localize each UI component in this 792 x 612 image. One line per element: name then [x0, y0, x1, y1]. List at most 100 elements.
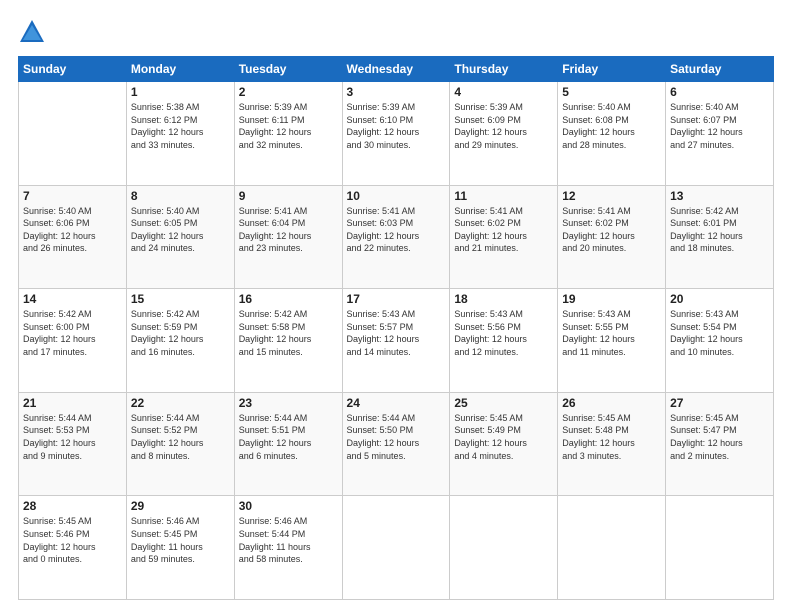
day-info: Sunrise: 5:45 AM Sunset: 5:48 PM Dayligh… [562, 412, 661, 462]
day-info: Sunrise: 5:44 AM Sunset: 5:51 PM Dayligh… [239, 412, 338, 462]
day-number: 2 [239, 85, 338, 99]
day-number: 14 [23, 292, 122, 306]
day-number: 13 [670, 189, 769, 203]
calendar-cell: 12Sunrise: 5:41 AM Sunset: 6:02 PM Dayli… [558, 185, 666, 289]
day-info: Sunrise: 5:43 AM Sunset: 5:57 PM Dayligh… [347, 308, 446, 358]
day-number: 1 [131, 85, 230, 99]
day-info: Sunrise: 5:39 AM Sunset: 6:11 PM Dayligh… [239, 101, 338, 151]
day-info: Sunrise: 5:40 AM Sunset: 6:06 PM Dayligh… [23, 205, 122, 255]
day-number: 9 [239, 189, 338, 203]
calendar-cell: 15 Sunrise: 5:42 AM Sunset: 5:59 PM Dayli… [126, 289, 234, 393]
day-number: 22 [131, 396, 230, 410]
day-info: Sunrise: 5:42 AM Sunset: 5:58 PM Dayligh… [239, 308, 338, 358]
day-number: 26 [562, 396, 661, 410]
day-info: Sunrise: 5:45 AM Sunset: 5:47 PM Dayligh… [670, 412, 769, 462]
day-info: Sunrise: 5:41 AM Sunset: 6:02 PM Dayligh… [454, 205, 553, 255]
calendar-cell: 29 Sunrise: 5:46 AM Sunset: 5:45 PM Dayli… [126, 496, 234, 600]
calendar-cell: 30 Sunrise: 5:46 AM Sunset: 5:44 PM Dayli… [234, 496, 342, 600]
day-info: Sunrise: 5:45 AM Sunset: 5:46 PM Dayligh… [23, 515, 122, 565]
day-number: 6 [670, 85, 769, 99]
day-info: Sunrise: 5:42 AM Sunset: 6:01 PM Dayligh… [670, 205, 769, 255]
calendar-table: SundayMondayTuesdayWednesdayThursdayFrid… [18, 56, 774, 600]
calendar-cell: 4 Sunrise: 5:39 AM Sunset: 6:09 PM Daylig… [450, 82, 558, 186]
day-info: Sunrise: 5:42 AM Sunset: 5:59 PM Dayligh… [131, 308, 230, 358]
calendar-cell: 27 Sunrise: 5:45 AM Sunset: 5:47 PM Dayli… [666, 392, 774, 496]
calendar-cell: 14 Sunrise: 5:42 AM Sunset: 6:00 PM Dayli… [19, 289, 127, 393]
calendar-cell: 10Sunrise: 5:41 AM Sunset: 6:03 PM Dayli… [342, 185, 450, 289]
day-number: 29 [131, 499, 230, 513]
calendar-cell: 23 Sunrise: 5:44 AM Sunset: 5:51 PM Dayli… [234, 392, 342, 496]
calendar-cell: 2 Sunrise: 5:39 AM Sunset: 6:11 PM Daylig… [234, 82, 342, 186]
weekday-header: Friday [558, 57, 666, 82]
day-number: 28 [23, 499, 122, 513]
calendar-cell: 24 Sunrise: 5:44 AM Sunset: 5:50 PM Dayli… [342, 392, 450, 496]
day-info: Sunrise: 5:44 AM Sunset: 5:52 PM Dayligh… [131, 412, 230, 462]
weekday-header: Sunday [19, 57, 127, 82]
day-number: 30 [239, 499, 338, 513]
weekday-header: Tuesday [234, 57, 342, 82]
calendar-cell: 9 Sunrise: 5:41 AM Sunset: 6:04 PM Daylig… [234, 185, 342, 289]
header [18, 18, 774, 46]
calendar-cell: 13 Sunrise: 5:42 AM Sunset: 6:01 PM Dayli… [666, 185, 774, 289]
weekday-header: Monday [126, 57, 234, 82]
day-number: 24 [347, 396, 446, 410]
calendar-cell [19, 82, 127, 186]
day-info: Sunrise: 5:45 AM Sunset: 5:49 PM Dayligh… [454, 412, 553, 462]
calendar-header: SundayMondayTuesdayWednesdayThursdayFrid… [19, 57, 774, 82]
calendar-cell [558, 496, 666, 600]
calendar-cell: 1Sunrise: 5:38 AM Sunset: 6:12 PM Daylig… [126, 82, 234, 186]
day-info: Sunrise: 5:44 AM Sunset: 5:53 PM Dayligh… [23, 412, 122, 462]
day-info: Sunrise: 5:42 AM Sunset: 6:00 PM Dayligh… [23, 308, 122, 358]
calendar-week-row: 14 Sunrise: 5:42 AM Sunset: 6:00 PM Dayli… [19, 289, 774, 393]
weekday-header: Wednesday [342, 57, 450, 82]
day-number: 5 [562, 85, 661, 99]
calendar-cell: 5 Sunrise: 5:40 AM Sunset: 6:08 PM Daylig… [558, 82, 666, 186]
day-number: 27 [670, 396, 769, 410]
day-info: Sunrise: 5:43 AM Sunset: 5:54 PM Dayligh… [670, 308, 769, 358]
calendar-cell: 17 Sunrise: 5:43 AM Sunset: 5:57 PM Dayli… [342, 289, 450, 393]
calendar-cell: 7Sunrise: 5:40 AM Sunset: 6:06 PM Daylig… [19, 185, 127, 289]
calendar-cell: 18Sunrise: 5:43 AM Sunset: 5:56 PM Dayli… [450, 289, 558, 393]
calendar-cell: 3 Sunrise: 5:39 AM Sunset: 6:10 PM Daylig… [342, 82, 450, 186]
day-number: 17 [347, 292, 446, 306]
logo-icon [18, 18, 46, 46]
calendar-cell [450, 496, 558, 600]
logo [18, 18, 50, 46]
weekday-row: SundayMondayTuesdayWednesdayThursdayFrid… [19, 57, 774, 82]
calendar-cell: 8Sunrise: 5:40 AM Sunset: 6:05 PM Daylig… [126, 185, 234, 289]
day-info: Sunrise: 5:43 AM Sunset: 5:55 PM Dayligh… [562, 308, 661, 358]
calendar-body: 1Sunrise: 5:38 AM Sunset: 6:12 PM Daylig… [19, 82, 774, 600]
calendar-cell: 26 Sunrise: 5:45 AM Sunset: 5:48 PM Dayli… [558, 392, 666, 496]
calendar-cell: 11Sunrise: 5:41 AM Sunset: 6:02 PM Dayli… [450, 185, 558, 289]
day-number: 16 [239, 292, 338, 306]
day-number: 3 [347, 85, 446, 99]
day-info: Sunrise: 5:41 AM Sunset: 6:03 PM Dayligh… [347, 205, 446, 255]
day-number: 4 [454, 85, 553, 99]
calendar-cell: 16 Sunrise: 5:42 AM Sunset: 5:58 PM Dayli… [234, 289, 342, 393]
calendar-cell [342, 496, 450, 600]
day-info: Sunrise: 5:41 AM Sunset: 6:04 PM Dayligh… [239, 205, 338, 255]
day-info: Sunrise: 5:44 AM Sunset: 5:50 PM Dayligh… [347, 412, 446, 462]
day-number: 25 [454, 396, 553, 410]
calendar-cell: 6 Sunrise: 5:40 AM Sunset: 6:07 PM Daylig… [666, 82, 774, 186]
day-info: Sunrise: 5:46 AM Sunset: 5:45 PM Dayligh… [131, 515, 230, 565]
day-info: Sunrise: 5:39 AM Sunset: 6:09 PM Dayligh… [454, 101, 553, 151]
day-info: Sunrise: 5:40 AM Sunset: 6:07 PM Dayligh… [670, 101, 769, 151]
calendar-week-row: 28 Sunrise: 5:45 AM Sunset: 5:46 PM Dayli… [19, 496, 774, 600]
calendar-cell: 28 Sunrise: 5:45 AM Sunset: 5:46 PM Dayli… [19, 496, 127, 600]
calendar-week-row: 21 Sunrise: 5:44 AM Sunset: 5:53 PM Dayli… [19, 392, 774, 496]
day-info: Sunrise: 5:39 AM Sunset: 6:10 PM Dayligh… [347, 101, 446, 151]
day-number: 18 [454, 292, 553, 306]
page: SundayMondayTuesdayWednesdayThursdayFrid… [0, 0, 792, 612]
day-info: Sunrise: 5:46 AM Sunset: 5:44 PM Dayligh… [239, 515, 338, 565]
day-number: 19 [562, 292, 661, 306]
day-number: 12 [562, 189, 661, 203]
day-info: Sunrise: 5:40 AM Sunset: 6:08 PM Dayligh… [562, 101, 661, 151]
day-number: 15 [131, 292, 230, 306]
day-number: 23 [239, 396, 338, 410]
weekday-header: Saturday [666, 57, 774, 82]
calendar-cell [666, 496, 774, 600]
calendar-cell: 21 Sunrise: 5:44 AM Sunset: 5:53 PM Dayli… [19, 392, 127, 496]
day-number: 21 [23, 396, 122, 410]
calendar-cell: 20Sunrise: 5:43 AM Sunset: 5:54 PM Dayli… [666, 289, 774, 393]
